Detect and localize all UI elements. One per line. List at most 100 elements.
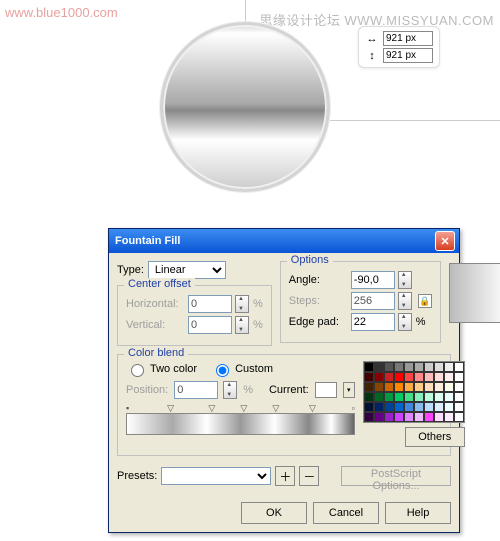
palette-cell[interactable] [454, 382, 464, 392]
palette-cell[interactable] [394, 412, 404, 422]
steps-input [351, 292, 395, 310]
current-swatch[interactable] [315, 382, 337, 398]
width-input[interactable] [383, 31, 433, 46]
palette-cell[interactable] [414, 412, 424, 422]
spinner[interactable] [398, 313, 412, 331]
cancel-button[interactable]: Cancel [313, 502, 379, 524]
palette-cell[interactable] [364, 402, 374, 412]
spinner [235, 295, 249, 313]
palette-cell[interactable] [384, 382, 394, 392]
gradient-markers[interactable]: ▪ ▽ ▽ ▽ ▽ ▽ ▫ [126, 403, 355, 413]
palette-cell[interactable] [444, 372, 454, 382]
guide-line-horizontal [330, 120, 500, 121]
preset-remove-button[interactable]: － [299, 466, 319, 486]
preview-circle [160, 22, 330, 192]
swatch-dropdown[interactable]: ▾ [343, 382, 355, 398]
palette-cell[interactable] [444, 382, 454, 392]
palette-cell[interactable] [404, 412, 414, 422]
palette-cell[interactable] [424, 362, 434, 372]
palette-cell[interactable] [424, 402, 434, 412]
palette-cell[interactable] [384, 372, 394, 382]
palette-cell[interactable] [434, 412, 444, 422]
palette-cell[interactable] [384, 402, 394, 412]
close-button[interactable]: ✕ [435, 231, 455, 251]
palette-cell[interactable] [414, 402, 424, 412]
edge-input[interactable] [351, 313, 395, 331]
angle-label: Angle: [289, 274, 347, 286]
guide-line-vertical [245, 0, 246, 22]
palette-cell[interactable] [404, 372, 414, 382]
lock-icon[interactable]: 🔒 [418, 294, 432, 308]
height-icon: ↕ [365, 50, 379, 62]
palette-cell[interactable] [424, 372, 434, 382]
palette-cell[interactable] [374, 382, 384, 392]
palette-cell[interactable] [374, 402, 384, 412]
type-select[interactable]: Linear [148, 261, 226, 279]
palette-cell[interactable] [454, 392, 464, 402]
palette-cell[interactable] [394, 372, 404, 382]
palette-cell[interactable] [364, 412, 374, 422]
palette-cell[interactable] [454, 412, 464, 422]
palette-cell[interactable] [454, 362, 464, 372]
palette-cell[interactable] [444, 402, 454, 412]
palette-cell[interactable] [374, 362, 384, 372]
palette-cell[interactable] [404, 362, 414, 372]
palette-cell[interactable] [384, 362, 394, 372]
spinner [235, 316, 249, 334]
palette-cell[interactable] [444, 392, 454, 402]
palette-cell[interactable] [394, 402, 404, 412]
palette-cell[interactable] [414, 362, 424, 372]
presets-select[interactable] [161, 467, 271, 485]
palette-cell[interactable] [424, 392, 434, 402]
custom-radio[interactable]: Custom [211, 361, 273, 377]
preset-add-button[interactable]: ＋ [275, 466, 295, 486]
color-palette[interactable] [363, 361, 465, 423]
spinner[interactable] [398, 271, 412, 289]
palette-cell[interactable] [404, 382, 414, 392]
palette-cell[interactable] [394, 382, 404, 392]
palette-cell[interactable] [444, 412, 454, 422]
spinner [223, 381, 237, 399]
palette-cell[interactable] [364, 382, 374, 392]
palette-cell[interactable] [434, 392, 444, 402]
palette-cell[interactable] [384, 392, 394, 402]
palette-cell[interactable] [374, 412, 384, 422]
two-color-radio[interactable]: Two color [126, 361, 197, 377]
palette-cell[interactable] [364, 372, 374, 382]
watermark-left: www.blue1000.com [5, 5, 118, 20]
palette-cell[interactable] [384, 412, 394, 422]
pct-label: % [253, 298, 263, 310]
others-button[interactable]: Others [405, 427, 465, 447]
steps-label: Steps: [289, 295, 347, 307]
palette-cell[interactable] [404, 402, 414, 412]
palette-cell[interactable] [414, 372, 424, 382]
palette-cell[interactable] [364, 362, 374, 372]
palette-cell[interactable] [374, 392, 384, 402]
palette-cell[interactable] [424, 412, 434, 422]
palette-cell[interactable] [394, 362, 404, 372]
palette-cell[interactable] [414, 382, 424, 392]
position-label: Position: [126, 384, 168, 396]
palette-cell[interactable] [404, 392, 414, 402]
ok-button[interactable]: OK [241, 502, 307, 524]
height-input[interactable] [383, 48, 433, 63]
help-button[interactable]: Help [385, 502, 451, 524]
palette-cell[interactable] [364, 392, 374, 402]
palette-cell[interactable] [414, 392, 424, 402]
palette-cell[interactable] [434, 362, 444, 372]
palette-cell[interactable] [424, 382, 434, 392]
angle-input[interactable] [351, 271, 395, 289]
palette-cell[interactable] [374, 372, 384, 382]
titlebar[interactable]: Fountain Fill ✕ [109, 229, 459, 253]
gradient-bar[interactable] [126, 413, 355, 435]
palette-cell[interactable] [454, 372, 464, 382]
gradient-preview [449, 263, 500, 323]
type-label: Type: [117, 264, 144, 276]
palette-cell[interactable] [434, 372, 444, 382]
palette-cell[interactable] [454, 402, 464, 412]
palette-cell[interactable] [434, 402, 444, 412]
palette-cell[interactable] [394, 392, 404, 402]
presets-label: Presets: [117, 470, 157, 482]
palette-cell[interactable] [434, 382, 444, 392]
palette-cell[interactable] [444, 362, 454, 372]
